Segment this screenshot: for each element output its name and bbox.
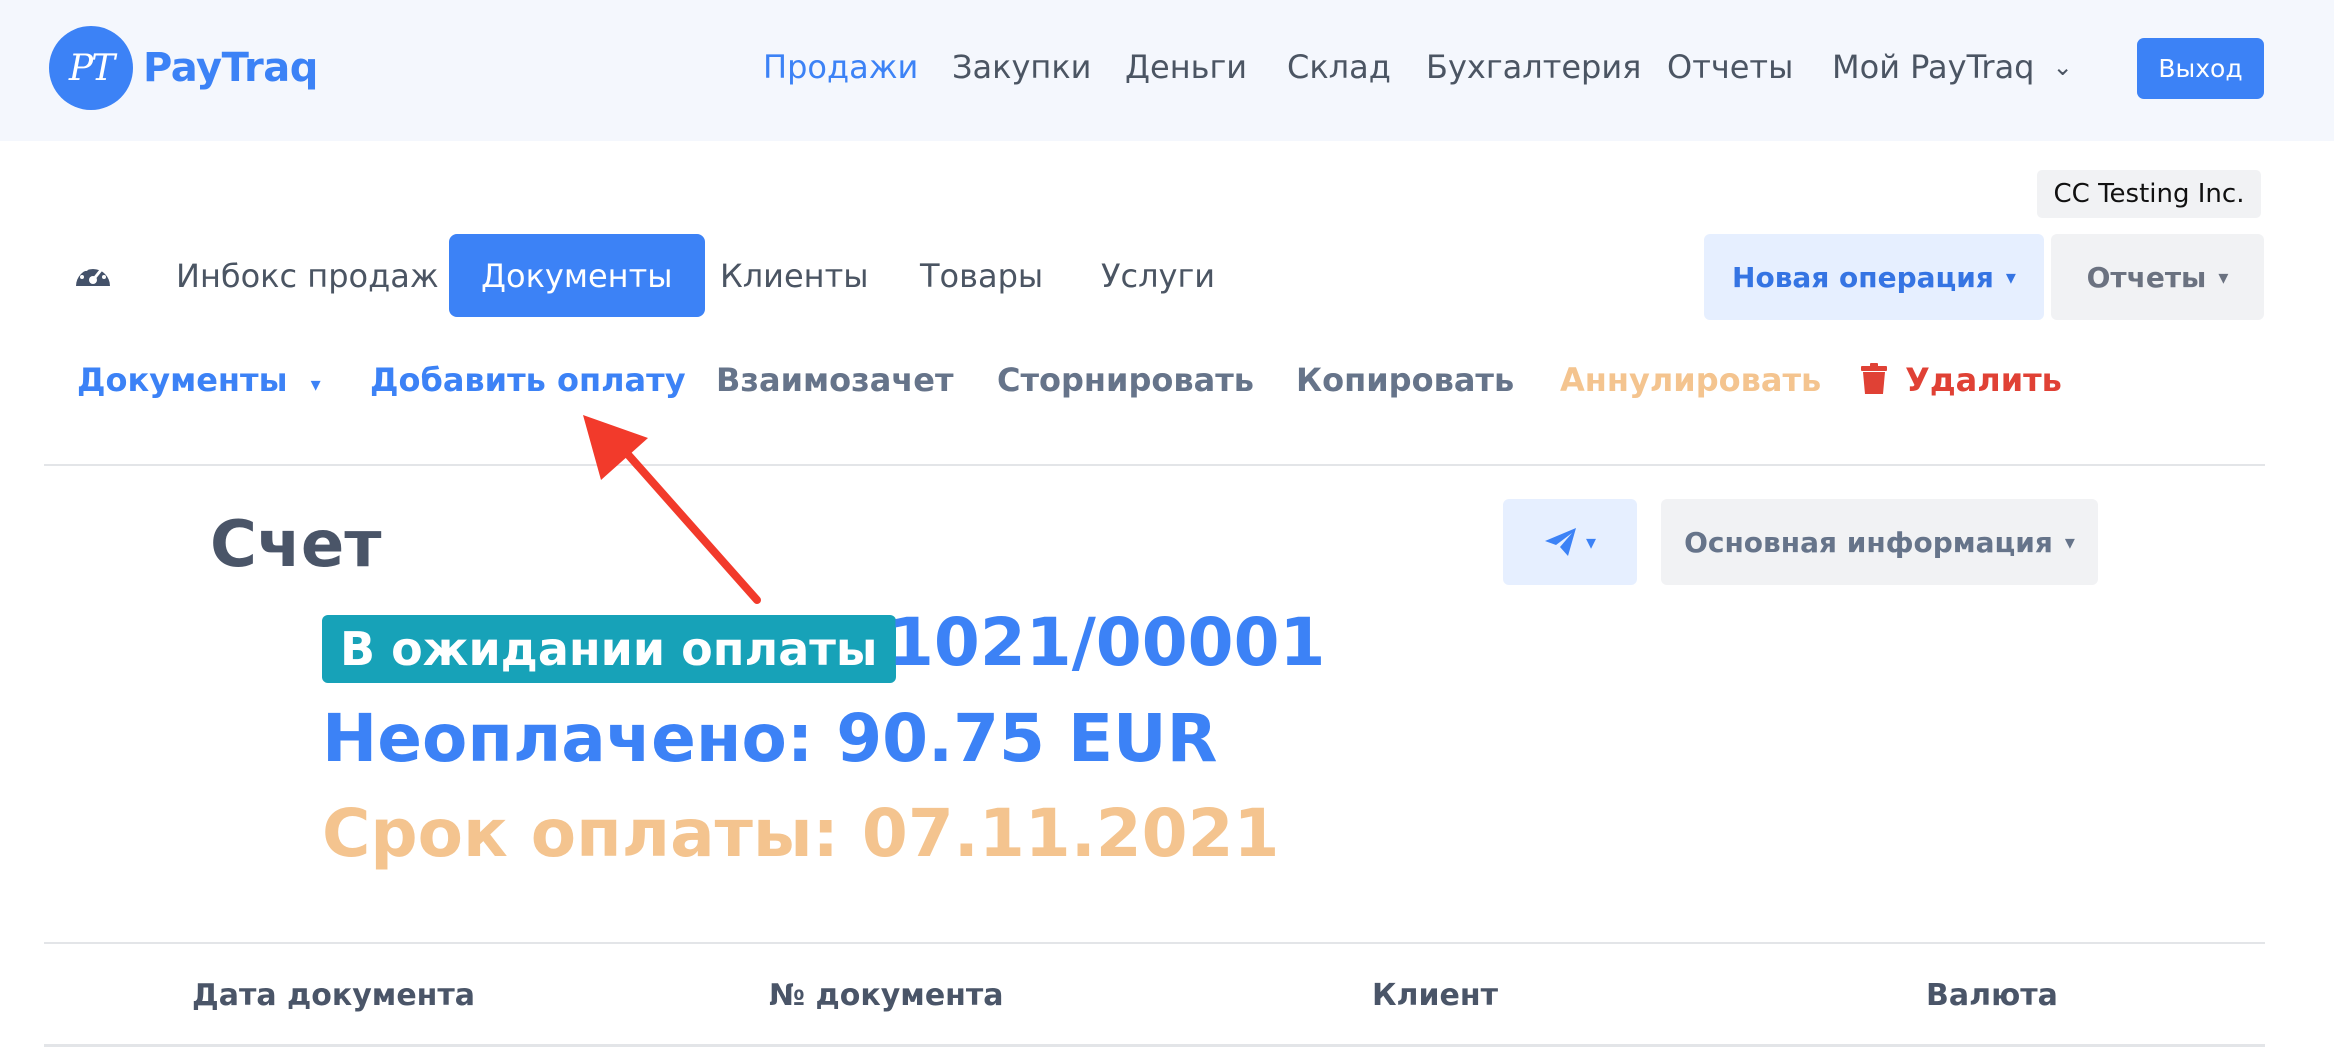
nav-item-label: Отчеты <box>1667 48 1794 86</box>
new-operation-button[interactable]: Новая операция ▾ <box>1704 234 2044 320</box>
send-button[interactable]: ▾ <box>1503 499 1637 585</box>
tab-label: Документы <box>481 256 673 295</box>
reports-label: Отчеты <box>2086 260 2207 294</box>
document-type-title: Счет <box>210 508 382 582</box>
nav-item-my-paytraq[interactable]: Мой PayTraq ⌄ <box>1832 48 2073 86</box>
delete-action[interactable]: Удалить <box>1860 361 2062 399</box>
main-info-label: Основная информация <box>1684 525 2053 559</box>
chevron-down-icon: ▾ <box>2064 530 2075 554</box>
tab-label: Товары <box>920 256 1044 295</box>
tab-label: Инбокс продаж <box>176 256 439 295</box>
paper-plane-icon <box>1544 528 1576 556</box>
offset-action[interactable]: Взаимозачет <box>716 361 954 399</box>
nav-item-warehouse[interactable]: Склад <box>1287 48 1391 86</box>
status-badge: В ожидании оплаты <box>322 615 896 683</box>
copy-action[interactable]: Копировать <box>1296 361 1514 399</box>
nav-item-label: Закупки <box>952 48 1092 86</box>
tab-label: Услуги <box>1101 256 1216 295</box>
column-header-currency[interactable]: Валюта <box>1926 978 2058 1013</box>
brand-logo[interactable]: PT PayTraq <box>49 26 318 110</box>
tab-clients[interactable]: Клиенты <box>720 234 868 317</box>
column-header-date[interactable]: Дата документа <box>192 978 475 1013</box>
logout-button[interactable]: Выход <box>2137 38 2264 99</box>
table-header-divider <box>44 1044 2265 1047</box>
speedometer-icon[interactable] <box>74 258 112 294</box>
reports-button[interactable]: Отчеты ▾ <box>2051 234 2264 320</box>
chevron-down-icon: ▾ <box>1585 530 1597 554</box>
nav-item-label: Мой PayTraq <box>1832 48 2035 86</box>
nav-item-reports[interactable]: Отчеты <box>1667 48 1793 86</box>
nav-item-label: Продажи <box>763 48 919 86</box>
nav-item-label: Бухгалтерия <box>1426 48 1642 86</box>
nav-item-label: Деньги <box>1125 48 1248 86</box>
nav-item-sales[interactable]: Продажи <box>763 48 918 86</box>
main-info-button[interactable]: Основная информация ▾ <box>1661 499 2098 585</box>
tab-services[interactable]: Услуги <box>1101 234 1215 317</box>
cancel-action[interactable]: Аннулировать <box>1560 361 1821 399</box>
chevron-down-icon: ▾ <box>310 372 321 396</box>
top-navbar: PT PayTraq Продажи Закупки Деньги Склад … <box>0 0 2334 141</box>
column-header-client[interactable]: Клиент <box>1372 978 1498 1013</box>
tab-documents[interactable]: Документы <box>449 234 705 317</box>
tab-sales-inbox[interactable]: Инбокс продаж <box>176 234 439 317</box>
nav-item-purchases[interactable]: Закупки <box>952 48 1091 86</box>
nav-item-accounting[interactable]: Бухгалтерия <box>1426 48 1641 86</box>
section-divider <box>44 942 2265 944</box>
unpaid-amount: Неоплачено: 90.75 EUR <box>322 700 1218 777</box>
due-date: Срок оплаты: 07.11.2021 <box>322 795 1280 872</box>
add-payment-action[interactable]: Добавить оплату <box>370 361 686 399</box>
chevron-down-icon: ▾ <box>2005 265 2016 289</box>
document-number: 1021/00001 <box>888 604 1326 681</box>
trash-icon <box>1861 363 1887 394</box>
company-badge[interactable]: CC Testing Inc. <box>2037 170 2261 218</box>
nav-item-label: Склад <box>1287 48 1391 86</box>
brand-name: PayTraq <box>143 45 318 91</box>
delete-label: Удалить <box>1905 361 2062 399</box>
nav-item-money[interactable]: Деньги <box>1125 48 1247 86</box>
chevron-down-icon: ▾ <box>2218 265 2229 289</box>
reverse-action[interactable]: Сторнировать <box>997 361 1254 399</box>
logo-mark: PT <box>49 26 133 110</box>
tab-goods[interactable]: Товары <box>920 234 1043 317</box>
documents-dropdown[interactable]: Документы ▾ <box>77 361 321 399</box>
logo-mark-text: PT <box>68 47 115 89</box>
tab-label: Клиенты <box>720 256 869 295</box>
new-operation-label: Новая операция <box>1732 260 1994 294</box>
column-header-number[interactable]: № документа <box>769 978 1004 1013</box>
chevron-down-icon: ⌄ <box>2052 53 2073 81</box>
section-divider <box>44 464 2265 466</box>
documents-dropdown-label: Документы <box>77 361 288 399</box>
page: PT PayTraq Продажи Закупки Деньги Склад … <box>0 0 2334 1060</box>
